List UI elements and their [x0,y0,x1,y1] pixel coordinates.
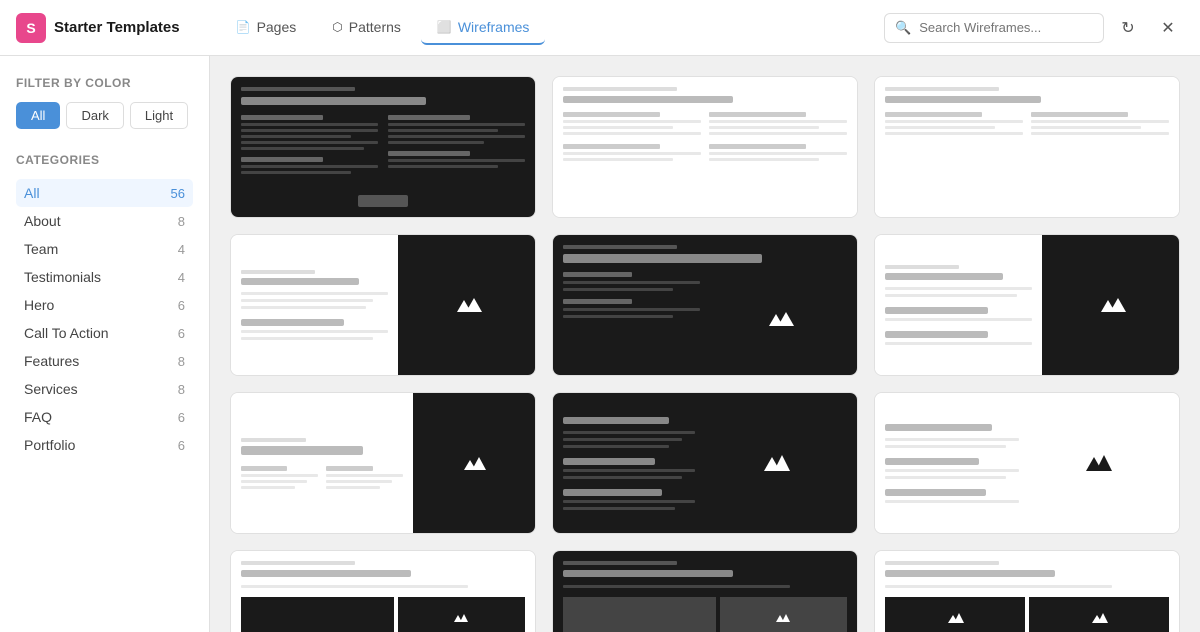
template-card-11[interactable] [552,550,858,632]
template-card-4[interactable] [230,234,536,376]
template-preview-9 [875,393,1179,533]
template-card-12[interactable] [874,550,1180,632]
category-about[interactable]: About 8 [16,207,193,235]
category-services-count: 8 [178,382,185,397]
app-name: Starter Templates [54,19,180,36]
main-layout: Filter by Color All Dark Light Categorie… [0,56,1200,632]
template-preview-10 [231,551,535,632]
tab-pages-label: Pages [257,19,297,35]
content-area [210,56,1200,632]
category-portfolio-count: 6 [178,438,185,453]
category-features-count: 8 [178,354,185,369]
category-testimonials-count: 4 [178,270,185,285]
category-portfolio[interactable]: Portfolio 6 [16,431,193,459]
category-services-label: Services [24,381,78,397]
template-preview-12 [875,551,1179,632]
category-about-count: 8 [178,214,185,229]
color-all-button[interactable]: All [16,102,60,129]
patterns-icon: ⬡ [332,20,342,34]
template-card-10[interactable] [230,550,536,632]
category-testimonials[interactable]: Testimonials 4 [16,263,193,291]
category-hero[interactable]: Hero 6 [16,291,193,319]
category-faq[interactable]: FAQ 6 [16,403,193,431]
template-card-8[interactable] [552,392,858,534]
nav-tabs: 📄 Pages ⬡ Patterns ⬜ Wireframes [220,11,860,45]
tab-patterns-label: Patterns [349,19,401,35]
category-team[interactable]: Team 4 [16,235,193,263]
search-icon: 🔍 [895,20,911,36]
category-cta[interactable]: Call To Action 6 [16,319,193,347]
tab-pages[interactable]: 📄 Pages [220,11,313,45]
category-hero-count: 6 [178,298,185,313]
template-preview-11 [553,551,857,632]
category-all[interactable]: All 56 [16,179,193,207]
category-faq-label: FAQ [24,409,52,425]
template-preview-5 [553,235,857,375]
close-button[interactable]: ✕ [1152,12,1184,44]
category-features[interactable]: Features 8 [16,347,193,375]
categories-label: Categories [16,153,193,167]
sidebar: Filter by Color All Dark Light Categorie… [0,56,210,632]
template-preview-1 [231,77,535,217]
color-dark-button[interactable]: Dark [66,102,123,129]
category-faq-count: 6 [178,410,185,425]
category-hero-label: Hero [24,297,54,313]
category-team-label: Team [24,241,58,257]
category-services[interactable]: Services 8 [16,375,193,403]
category-all-count: 56 [171,186,185,201]
tab-wireframes-label: Wireframes [458,19,530,35]
category-features-label: Features [24,353,79,369]
template-card-6[interactable] [874,234,1180,376]
category-portfolio-label: Portfolio [24,437,75,453]
refresh-button[interactable]: ↻ [1112,12,1144,44]
template-card-5[interactable] [552,234,858,376]
color-filters: All Dark Light [16,102,193,129]
template-card-2[interactable] [552,76,858,218]
template-preview-4 [231,235,535,375]
template-preview-8 [553,393,857,533]
category-all-label: All [24,185,40,201]
category-testimonials-label: Testimonials [24,269,101,285]
app-header: S Starter Templates 📄 Pages ⬡ Patterns ⬜… [0,0,1200,56]
wireframes-icon: ⬜ [437,20,452,34]
logo-area: S Starter Templates [16,13,180,43]
pages-icon: 📄 [236,20,251,34]
template-preview-7 [231,393,535,533]
template-card-3[interactable] [874,76,1180,218]
category-cta-count: 6 [178,326,185,341]
templates-grid [230,76,1180,632]
template-preview-2 [553,77,857,217]
category-cta-label: Call To Action [24,325,109,341]
template-preview-6 [875,235,1179,375]
category-team-count: 4 [178,242,185,257]
template-card-7[interactable] [230,392,536,534]
logo-icon: S [16,13,46,43]
filter-by-color-label: Filter by Color [16,76,193,90]
tab-patterns[interactable]: ⬡ Patterns [316,11,417,45]
search-box[interactable]: 🔍 [884,13,1104,43]
color-light-button[interactable]: Light [130,102,188,129]
template-preview-3 [875,77,1179,217]
tab-wireframes[interactable]: ⬜ Wireframes [421,11,546,45]
template-card-1[interactable] [230,76,536,218]
template-card-9[interactable] [874,392,1180,534]
search-input[interactable] [919,20,1093,35]
category-about-label: About [24,213,61,229]
header-actions: 🔍 ↻ ✕ [884,12,1184,44]
